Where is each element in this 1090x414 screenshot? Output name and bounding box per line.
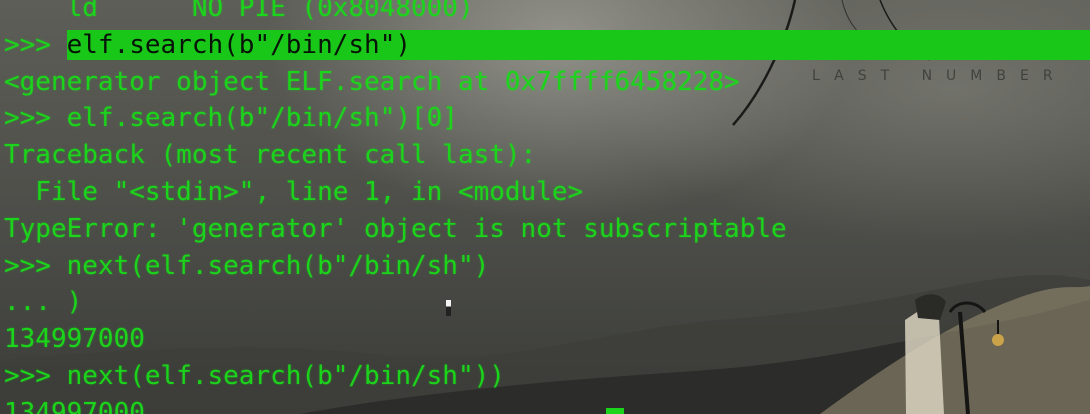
terminal-line: >>> next(elf.search(b"/bin/sh")) — [0, 358, 1090, 395]
terminal-line: 134997000 — [0, 321, 1090, 358]
terminal-text: elf.search(b"/bin/sh")[0] — [66, 103, 458, 134]
terminal-text: TypeError: 'generator' object is not sub… — [4, 213, 787, 244]
terminal-text: ) — [66, 287, 83, 318]
terminal-line: >>> next(elf.search(b"/bin/sh") — [0, 248, 1090, 285]
mouse-cursor-icon — [446, 300, 451, 316]
terminal-text: Traceback (most recent call last): — [4, 140, 537, 171]
terminal-line: >>> elf.search(b"/bin/sh")[0] — [0, 100, 1090, 137]
terminal-prompt: >>> — [4, 360, 67, 391]
terminal-selected-text: elf.search(b"/bin/sh") — [66, 29, 411, 60]
terminal-prompt: >>> — [4, 29, 67, 60]
terminal-line: File "<stdin>", line 1, in <module> — [0, 174, 1090, 211]
terminal-output[interactable]: ld NO PIE (0x8048000) >>> elf.search(b"/b… — [0, 0, 1090, 414]
terminal-line: TypeError: 'generator' object is not sub… — [0, 211, 1090, 248]
terminal-line: ld NO PIE (0x8048000) — [0, 0, 1090, 27]
terminal-line: <generator object ELF.search at 0x7ffff6… — [0, 64, 1090, 101]
terminal-text: next(elf.search(b"/bin/sh") — [66, 250, 490, 281]
terminal-text: next(elf.search(b"/bin/sh")) — [66, 360, 505, 391]
terminal-text: File "<stdin>", line 1, in <module> — [4, 176, 584, 207]
terminal-line: ... ) — [0, 284, 1090, 321]
terminal-prompt: >>> — [4, 250, 67, 281]
terminal-line: Traceback (most recent call last): — [0, 137, 1090, 174]
text-cursor-icon — [606, 408, 624, 414]
selection-highlight — [411, 29, 1090, 60]
terminal-text: 134997000 — [4, 324, 145, 355]
terminal-line: >>> elf.search(b"/bin/sh") — [0, 27, 1090, 64]
terminal-text: ld NO PIE (0x8048000) — [4, 0, 474, 23]
terminal-text: 134997000 — [4, 397, 145, 414]
terminal-text: <generator object ELF.search at 0x7ffff6… — [4, 66, 740, 97]
terminal-line: 134997000 — [0, 395, 1090, 414]
terminal-prompt: ... — [4, 287, 67, 318]
screen: LAST NUMBER ld NO PIE (0x8048000) >>> elf… — [0, 0, 1090, 414]
terminal-prompt: >>> — [4, 103, 67, 134]
